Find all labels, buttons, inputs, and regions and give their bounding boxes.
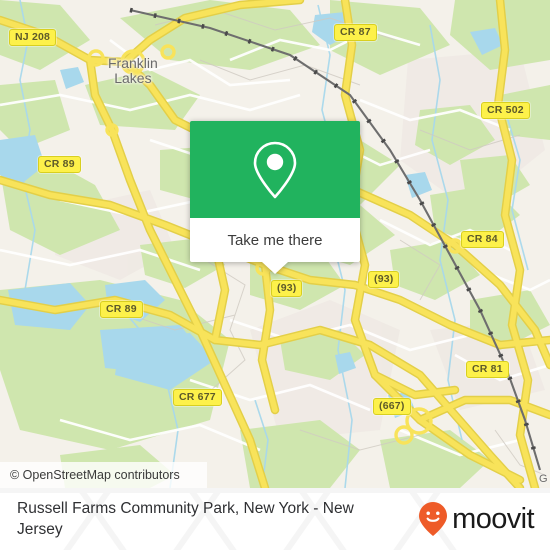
road-shield-cr-89-south[interactable]: CR 89: [100, 301, 143, 318]
popup-footer[interactable]: Take me there: [190, 218, 360, 262]
moovit-brand[interactable]: moovit: [418, 501, 535, 537]
road-shield-cr-677[interactable]: CR 677: [173, 389, 222, 406]
road-shield-cr-81[interactable]: CR 81: [466, 361, 509, 378]
road-shield-93-east[interactable]: (93): [368, 271, 400, 288]
map-page: Franklin Lakes G NJ 208 CR 87 CR 502 CR …: [0, 0, 550, 550]
page-title: Russell Farms Community Park, New York -…: [17, 500, 354, 538]
road-shield-cr-502[interactable]: CR 502: [481, 102, 530, 119]
footer-bar: Russell Farms Community Park, New York -…: [0, 488, 550, 550]
map-canvas[interactable]: Franklin Lakes G NJ 208 CR 87 CR 502 CR …: [0, 0, 550, 488]
openstreetmap-attribution[interactable]: © OpenStreetMap contributors: [10, 468, 180, 482]
road-shield-cr-89-north[interactable]: CR 89: [38, 156, 81, 173]
moovit-smiley-pin-icon: [419, 502, 448, 536]
popup-pointer-tail: [262, 262, 288, 274]
take-me-there-label: Take me there: [227, 231, 323, 249]
road-shield-667[interactable]: (667): [373, 398, 411, 415]
road-shield-93-west[interactable]: (93): [271, 280, 303, 297]
moovit-wordmark: moovit: [452, 502, 534, 535]
map-pin-icon: [253, 141, 297, 198]
road-shield-cr-87[interactable]: CR 87: [334, 24, 377, 41]
road-shield-cr-84[interactable]: CR 84: [461, 231, 504, 248]
map-attribution-bar: © OpenStreetMap contributors: [0, 462, 207, 488]
location-popup-card[interactable]: Take me there: [190, 121, 360, 274]
road-shield-nj-208[interactable]: NJ 208: [9, 29, 57, 46]
popup-header: [190, 121, 360, 218]
